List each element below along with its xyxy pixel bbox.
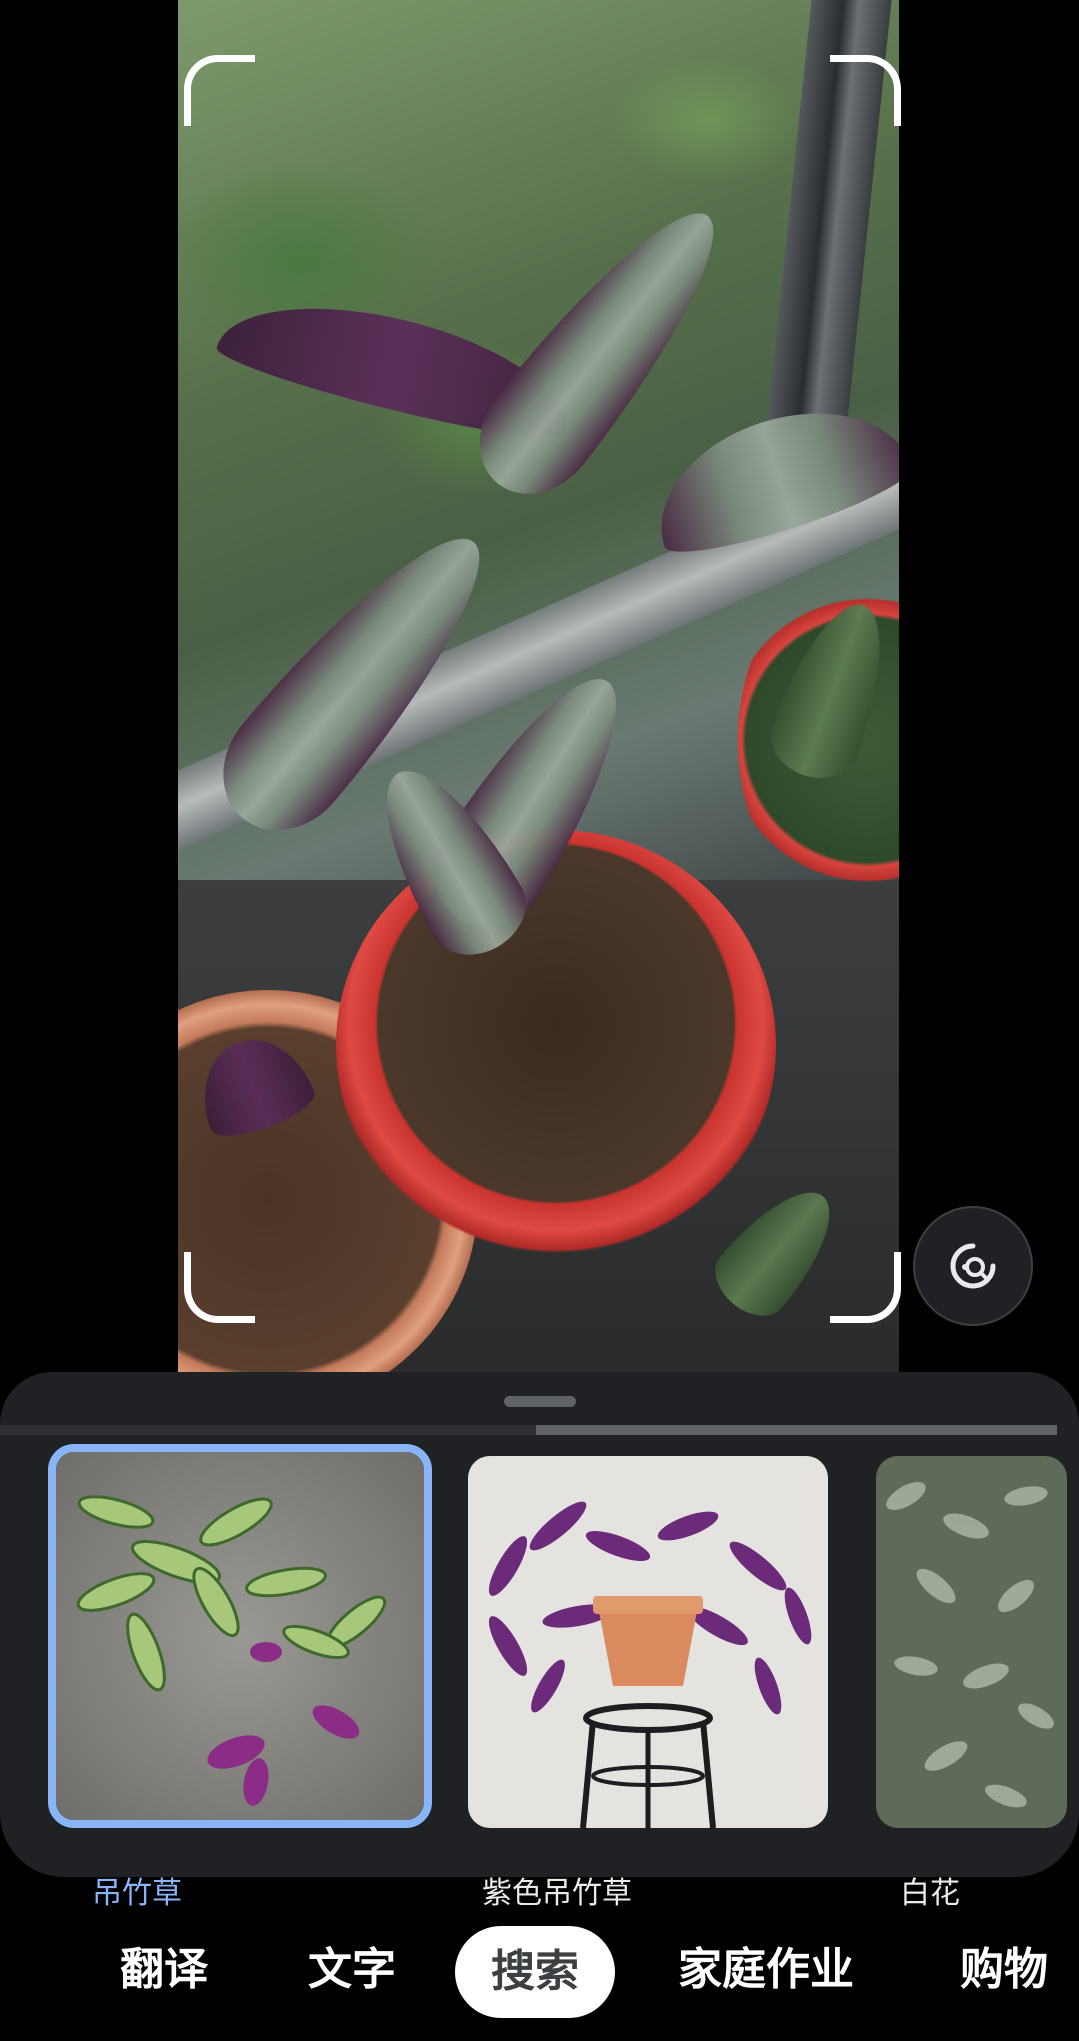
results-scroll-thumb[interactable] bbox=[536, 1425, 1057, 1435]
red-plant-pot bbox=[336, 830, 776, 1260]
result-card-selected[interactable] bbox=[48, 1444, 432, 1828]
result-image bbox=[876, 1456, 1067, 1828]
mode-translate[interactable]: 翻译 bbox=[120, 1940, 208, 2000]
crop-corner-bottom-right[interactable] bbox=[830, 1252, 901, 1323]
crop-corner-bottom-left[interactable] bbox=[184, 1252, 255, 1323]
result-label[interactable]: 紫色吊竹草 bbox=[482, 1868, 632, 1912]
lens-search-button[interactable] bbox=[913, 1206, 1033, 1326]
mode-shopping[interactable]: 购物 bbox=[960, 1940, 1048, 2000]
mode-homework[interactable]: 家庭作业 bbox=[678, 1940, 854, 2000]
result-card[interactable] bbox=[468, 1456, 828, 1828]
sheet-drag-handle[interactable] bbox=[504, 1396, 576, 1407]
mode-search[interactable]: 搜索 bbox=[455, 1926, 615, 2018]
result-card[interactable] bbox=[876, 1456, 1067, 1828]
mode-text[interactable]: 文字 bbox=[308, 1940, 396, 2000]
lens-search-icon bbox=[950, 1243, 996, 1289]
crop-corner-top-left[interactable] bbox=[184, 55, 255, 126]
result-label[interactable]: 吊竹草 bbox=[92, 1868, 182, 1912]
mode-selector: 翻译 文字 搜索 家庭作业 购物 bbox=[0, 1910, 1079, 2020]
camera-viewfinder[interactable] bbox=[178, 0, 899, 1372]
result-label[interactable]: 白花 bbox=[900, 1868, 960, 1912]
result-image bbox=[56, 1452, 424, 1820]
result-image bbox=[468, 1456, 828, 1828]
crop-corner-top-right[interactable] bbox=[830, 55, 901, 126]
